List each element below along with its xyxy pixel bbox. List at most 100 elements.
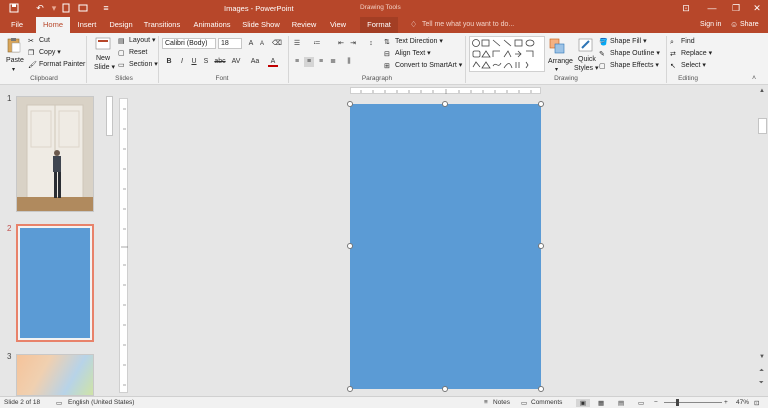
chevron-down-icon[interactable]: ▾ xyxy=(555,66,558,75)
cut-button[interactable]: ✂ Cut xyxy=(28,36,50,45)
shapes-gallery[interactable] xyxy=(469,36,545,72)
slide-thumbnail-3[interactable] xyxy=(16,354,94,396)
shape-outline-button[interactable]: ✎ Shape Outline ▾ xyxy=(599,49,660,58)
text-direction-button[interactable]: ⇅ Text Direction ▾ xyxy=(384,37,443,46)
slide-canvas[interactable] xyxy=(350,104,541,389)
slideshow-icon[interactable]: ▭ xyxy=(638,399,644,407)
font-size-select[interactable]: 18 xyxy=(218,38,242,49)
quick-styles-dropdown[interactable]: Styles ▾ xyxy=(574,64,599,73)
main-scroll-thumb[interactable] xyxy=(758,118,767,134)
italic-button[interactable]: I xyxy=(177,57,187,67)
shape-effects-button[interactable]: ▢ Shape Effects ▾ xyxy=(599,61,659,70)
replace-button[interactable]: ⇄ Replace ▾ xyxy=(670,49,712,58)
resize-handle[interactable] xyxy=(538,386,544,392)
strikethrough-button[interactable]: abc xyxy=(213,57,227,67)
language-indicator[interactable]: English (United States) xyxy=(68,399,134,406)
font-color-button[interactable]: A xyxy=(268,57,278,67)
numbering-icon[interactable]: ≔ xyxy=(312,39,322,49)
new-slide-dropdown[interactable]: Slide ▾ xyxy=(94,63,115,72)
collapse-ribbon-icon[interactable]: ˄ xyxy=(752,75,756,82)
clear-format-icon[interactable]: ⌫ xyxy=(272,39,282,49)
decrease-indent-icon[interactable]: ⇤ xyxy=(336,39,346,49)
undo-icon[interactable]: ↶ xyxy=(34,3,46,14)
customize-icon[interactable]: ≡ xyxy=(100,3,112,14)
justify-icon[interactable]: ≣ xyxy=(328,57,338,67)
resize-handle[interactable] xyxy=(442,101,448,107)
bold-button[interactable]: B xyxy=(164,57,174,67)
font-name-select[interactable]: Calibri (Body) xyxy=(162,38,216,49)
align-text-button[interactable]: ⊟ Align Text ▾ xyxy=(384,49,431,58)
zoom-slider[interactable] xyxy=(664,399,722,406)
scroll-down-icon[interactable]: ▼ xyxy=(759,354,765,360)
ribbon-options-icon[interactable]: ⊡ xyxy=(672,0,700,17)
panel-scrollbar[interactable] xyxy=(106,94,113,394)
shape-fill-button[interactable]: 🪣 Shape Fill ▾ xyxy=(599,37,647,46)
tab-animations[interactable]: Animations xyxy=(190,17,234,33)
redo-icon[interactable] xyxy=(60,3,72,14)
resize-handle[interactable] xyxy=(347,101,353,107)
arrange-icon[interactable] xyxy=(549,38,565,54)
spellcheck-icon[interactable]: ▭ xyxy=(56,399,62,407)
select-button[interactable]: ↖ Select ▾ xyxy=(670,61,706,70)
next-slide-icon[interactable]: ⏷ xyxy=(759,380,764,387)
underline-button[interactable]: U xyxy=(189,57,199,67)
previous-slide-icon[interactable]: ⏶ xyxy=(759,368,764,375)
shadow-button[interactable]: S xyxy=(201,57,211,67)
tab-format[interactable]: Format xyxy=(360,17,398,33)
zoom-slider-thumb[interactable] xyxy=(676,399,679,406)
layout-button[interactable]: ▤ Layout ▾ xyxy=(118,36,156,45)
tab-review[interactable]: Review xyxy=(289,17,319,33)
fit-slide-icon[interactable]: ⊡ xyxy=(754,399,759,407)
tell-me-input[interactable]: Tell me what you want to do... xyxy=(422,21,514,28)
section-button[interactable]: ▭ Section ▾ xyxy=(118,60,158,69)
quick-styles-button[interactable]: Quick xyxy=(578,55,596,64)
zoom-in-icon[interactable]: + xyxy=(724,399,728,406)
convert-smartart-button[interactable]: ⊞ Convert to SmartArt ▾ xyxy=(384,61,462,70)
tab-file[interactable]: File xyxy=(4,17,30,33)
comments-button[interactable]: Comments xyxy=(531,399,562,406)
tab-insert[interactable]: Insert xyxy=(73,17,101,33)
line-spacing-icon[interactable]: ↕ xyxy=(366,39,376,49)
resize-handle[interactable] xyxy=(538,101,544,107)
quick-styles-icon[interactable] xyxy=(578,37,594,53)
paste-button[interactable]: Paste xyxy=(6,56,24,65)
paste-icon[interactable] xyxy=(6,37,22,53)
new-slide-button[interactable]: New xyxy=(96,54,110,63)
resize-handle[interactable] xyxy=(442,386,448,392)
tab-view[interactable]: View xyxy=(326,17,350,33)
increase-indent-icon[interactable]: ⇥ xyxy=(348,39,358,49)
align-left-icon[interactable]: ≡ xyxy=(292,57,302,67)
decrease-font-icon[interactable]: A xyxy=(257,39,267,49)
resize-handle[interactable] xyxy=(347,243,353,249)
columns-icon[interactable]: ⫼ xyxy=(344,57,354,67)
arrange-button[interactable]: Arrange xyxy=(548,57,573,66)
find-button[interactable]: ⌕ Find xyxy=(670,37,695,46)
reading-view-icon[interactable]: ▤ xyxy=(618,399,624,407)
increase-font-icon[interactable]: A xyxy=(246,39,256,49)
sign-in-link[interactable]: Sign in xyxy=(700,21,721,28)
scroll-up-icon[interactable]: ▲ xyxy=(759,88,765,94)
chevron-down-icon[interactable]: ▾ xyxy=(48,3,60,14)
slide-thumbnail-1[interactable] xyxy=(16,96,94,212)
main-scrollbar[interactable]: ▲ ▼ ⏶ ⏷ xyxy=(757,86,768,396)
reset-button[interactable]: ▢ Reset xyxy=(118,48,147,57)
bullets-icon[interactable]: ☰ xyxy=(292,39,302,49)
resize-handle[interactable] xyxy=(347,386,353,392)
tab-transitions[interactable]: Transitions xyxy=(141,17,183,33)
slide-thumbnail-2[interactable] xyxy=(16,224,94,342)
resize-handle[interactable] xyxy=(538,243,544,249)
panel-scroll-thumb[interactable] xyxy=(106,96,113,136)
zoom-out-icon[interactable]: − xyxy=(654,399,658,406)
notes-button[interactable]: Notes xyxy=(493,399,510,406)
align-center-icon[interactable]: ≡ xyxy=(304,57,314,67)
close-icon[interactable]: ✕ xyxy=(743,0,768,17)
zoom-level[interactable]: 47% xyxy=(736,399,749,406)
present-icon[interactable] xyxy=(77,3,89,14)
slide-sorter-icon[interactable]: ▦ xyxy=(598,399,604,407)
char-spacing-button[interactable]: AV xyxy=(230,57,242,67)
copy-button[interactable]: ❐ Copy ▾ xyxy=(28,48,61,57)
new-slide-icon[interactable] xyxy=(95,37,111,51)
tab-slide-show[interactable]: Slide Show xyxy=(241,17,281,33)
format-painter-button[interactable]: 🖌 Format Painter xyxy=(28,60,85,69)
normal-view-icon[interactable]: ▣ xyxy=(576,399,590,407)
